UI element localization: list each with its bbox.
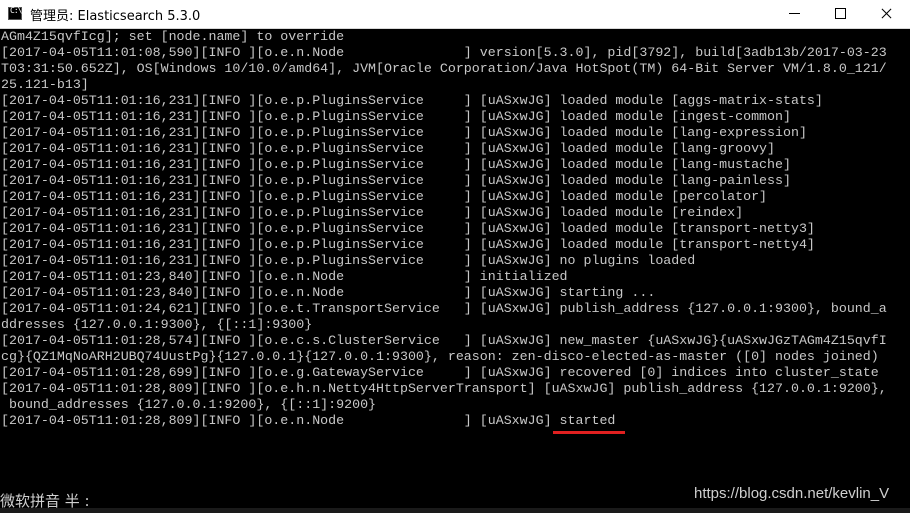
window-title: 管理员: Elasticsearch 5.3.0 (30, 9, 201, 24)
console-line: [2017-04-05T11:01:28,574][INFO ][o.e.c.s… (1, 333, 887, 348)
watermark-text: https://blog.csdn.net/kevlin_V (694, 485, 890, 502)
console-app-icon[interactable]: C:\ (8, 6, 22, 20)
console-line: [2017-04-05T11:01:16,231][INFO ][o.e.p.P… (1, 253, 696, 268)
console-line: [2017-04-05T11:01:16,231][INFO ][o.e.p.P… (1, 141, 776, 156)
close-button[interactable] (864, 0, 908, 28)
console-scrollbar[interactable] (900, 29, 910, 513)
console-window: C:\ 管理员: Elasticsearch 5.3.0 AGm4Z15qvfI… (0, 0, 910, 513)
minimize-button[interactable] (772, 0, 816, 28)
console-line: T03:31:50.652Z], OS[Windows 10/10.0/amd6… (1, 61, 887, 76)
console-app-icon-text: C:\ (10, 6, 22, 15)
console-line: [2017-04-05T11:01:28,809][INFO ][o.e.h.n… (1, 381, 887, 396)
console-line: [2017-04-05T11:01:23,840][INFO ][o.e.n.N… (1, 285, 656, 300)
console-line: [2017-04-05T11:01:16,231][INFO ][o.e.p.P… (1, 189, 768, 204)
started-highlight-underline (553, 431, 625, 434)
console-line: [2017-04-05T11:01:16,231][INFO ][o.e.p.P… (1, 221, 815, 236)
console-line: [2017-04-05T11:01:24,621][INFO ][o.e.t.T… (1, 301, 887, 316)
console-line: bound_addresses {127.0.0.1:9200}, {[::1]… (1, 397, 377, 412)
console-line: cg}{QZ1MqNoARH2UBQ74UustPg}{127.0.0.1}{1… (1, 349, 879, 364)
console-line: [2017-04-05T11:01:16,231][INFO ][o.e.p.P… (1, 93, 823, 108)
console-line: 25.121-b13] (1, 77, 89, 92)
console-line: [2017-04-05T11:01:16,231][INFO ][o.e.p.P… (1, 157, 791, 172)
console-line: [2017-04-05T11:01:16,231][INFO ][o.e.p.P… (1, 109, 791, 124)
window-bottom-edge (0, 508, 910, 513)
console-line: ddresses {127.0.0.1:9300}, {[::1]:9300} (1, 317, 313, 332)
console-line: [2017-04-05T11:01:23,840][INFO ][o.e.n.N… (1, 269, 568, 284)
console-line: [2017-04-05T11:01:08,590][INFO ][o.e.n.N… (1, 45, 887, 60)
console-line: AGm4Z15qvfIcg]; set [node.name] to overr… (1, 29, 345, 44)
title-bar[interactable]: C:\ 管理员: Elasticsearch 5.3.0 (0, 0, 910, 29)
console-line: [2017-04-05T11:01:16,231][INFO ][o.e.p.P… (1, 173, 791, 188)
console-line: [2017-04-05T11:01:16,231][INFO ][o.e.p.P… (1, 125, 807, 140)
console-line: [2017-04-05T11:01:16,231][INFO ][o.e.p.P… (1, 205, 744, 220)
console-line-started: [2017-04-05T11:01:28,809][INFO ][o.e.n.N… (1, 413, 616, 428)
console-output[interactable]: AGm4Z15qvfIcg]; set [node.name] to overr… (0, 29, 900, 513)
maximize-button[interactable] (818, 0, 862, 28)
console-line: [2017-04-05T11:01:16,231][INFO ][o.e.p.P… (1, 237, 815, 252)
console-line: [2017-04-05T11:01:28,699][INFO ][o.e.g.G… (1, 365, 879, 380)
